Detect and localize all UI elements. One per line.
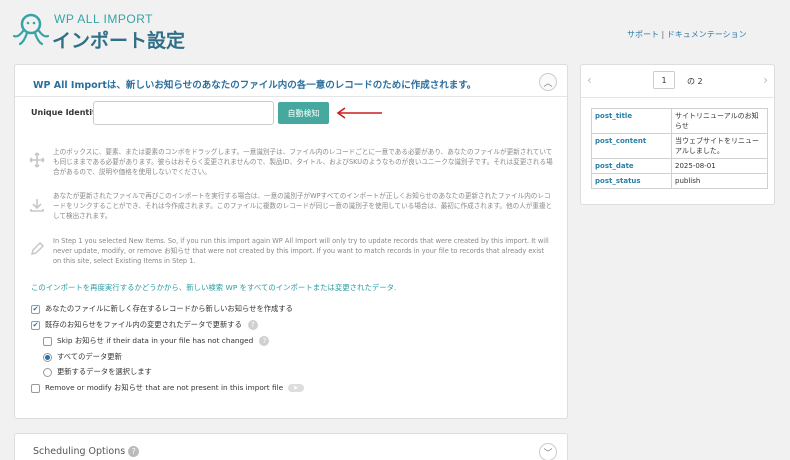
- scheduling-title-text: Scheduling Options: [33, 446, 126, 457]
- option-label: 既存のお知らせをファイル内の変更されたデータで更新する: [45, 320, 242, 329]
- pencil-icon: [29, 241, 45, 261]
- brand-name-small: WP ALL IMPORT: [54, 12, 153, 26]
- support-link[interactable]: サポート: [627, 30, 659, 39]
- page-title: インポート設定: [52, 30, 186, 52]
- checkbox-unchecked[interactable]: [31, 383, 40, 393]
- field-value: 当ウェブサイトをリニューアルしました。: [671, 133, 768, 159]
- scheduling-title: Scheduling Options?: [33, 446, 140, 457]
- scheduling-options-panel[interactable]: Scheduling Options? ﹀: [14, 433, 568, 460]
- collapse-button[interactable]: ︿: [539, 73, 557, 91]
- checkbox-checked[interactable]: ✔: [31, 304, 40, 314]
- auto-detect-button[interactable]: 自動検知: [278, 102, 329, 124]
- option-update-all[interactable]: すべてのデータ更新: [43, 352, 122, 362]
- field-key[interactable]: post_content: [591, 133, 672, 159]
- help-icon[interactable]: ?: [128, 446, 140, 457]
- record-fields-table: post_title サイトリニューアルのお知らせ post_content 当…: [591, 108, 768, 189]
- record-preview-panel: ‹ 1 の 2 › post_title サイトリニューアルのお知らせ post…: [580, 64, 775, 205]
- expand-button[interactable]: ﹀: [539, 443, 557, 460]
- checkbox-checked[interactable]: ✔: [31, 320, 40, 330]
- checkbox-unchecked[interactable]: [43, 336, 52, 346]
- record-number-input[interactable]: 1: [653, 71, 675, 89]
- documentation-link[interactable]: ドキュメンテーション: [667, 30, 747, 39]
- panel-divider: [15, 96, 567, 97]
- field-key[interactable]: post_date: [591, 158, 672, 174]
- table-row: post_title サイトリニューアルのお知らせ: [591, 108, 768, 134]
- octopus-logo-icon: [12, 13, 50, 46]
- info-text-rerun: あなたが更新されたファイルで再びこのインポートを実行する場合は、一意の識別子がW…: [53, 192, 553, 220]
- field-value: サイトリニューアルのお知らせ: [671, 108, 768, 134]
- link-separator: |: [661, 30, 665, 39]
- table-row: post_date 2025-08-01: [591, 158, 768, 174]
- download-icon: [29, 197, 45, 217]
- option-create-new[interactable]: ✔ あなたのファイルに新しく存在するレコードから新しいお知らせを作成する: [31, 304, 293, 314]
- option-skip-unchanged[interactable]: Skip お知らせ if their data in your file has…: [43, 336, 270, 346]
- header-links: サポート | ドキュメンテーション: [627, 29, 747, 40]
- info-text-identifier: 上のボックスに、要素、または要素のコンボをドラッグします。一意識別子は、ファイル…: [53, 148, 553, 176]
- field-value: publish: [671, 173, 768, 189]
- video-play-icon[interactable]: ▶: [288, 384, 305, 392]
- chevron-down-icon: ﹀: [543, 448, 553, 459]
- radio-selected[interactable]: [43, 352, 52, 362]
- move-arrows-icon: [29, 152, 45, 172]
- help-icon[interactable]: ?: [259, 336, 270, 346]
- option-label: あなたのファイルに新しく存在するレコードから新しいお知らせを作成する: [45, 304, 293, 313]
- rerun-info-link: このインポートを再度実行するかどうかから、新しい検索 WP をすべてのインポート…: [31, 283, 397, 292]
- red-arrow-icon: [336, 107, 382, 119]
- next-record-icon[interactable]: ›: [763, 73, 768, 87]
- option-label: 更新するデータを選択します: [57, 367, 152, 376]
- option-label: すべてのデータ更新: [57, 352, 122, 361]
- field-key[interactable]: post_status: [591, 173, 672, 189]
- option-label: Skip お知らせ if their data in your file has…: [57, 336, 254, 345]
- table-row: post_content 当ウェブサイトをリニューアルしました。: [591, 133, 768, 159]
- panel-title: WP All Importは、新しいお知らせのあなたのファイル内の各一意のレコー…: [33, 80, 477, 91]
- chevron-up-icon: ︿: [543, 78, 553, 89]
- option-label: Remove or modify お知らせ that are not prese…: [45, 383, 284, 392]
- option-choose-data[interactable]: 更新するデータを選択します: [43, 367, 152, 377]
- field-key[interactable]: post_title: [591, 108, 672, 134]
- radio-unselected[interactable]: [43, 367, 52, 377]
- previous-record-icon[interactable]: ‹: [587, 73, 592, 87]
- help-icon[interactable]: ?: [247, 320, 258, 330]
- table-row: post_status publish: [591, 173, 768, 189]
- option-remove-missing[interactable]: Remove or modify お知らせ that are not prese…: [31, 383, 305, 393]
- field-value: 2025-08-01: [671, 158, 768, 174]
- record-total: の 2: [687, 77, 703, 86]
- info-text-step1: In Step 1 you selected New Items. So, if…: [53, 237, 549, 265]
- preview-divider: [581, 97, 774, 98]
- unique-identifier-input[interactable]: [93, 101, 274, 125]
- option-update-existing[interactable]: ✔ 既存のお知らせをファイル内の変更されたデータで更新する ?: [31, 320, 258, 330]
- unique-identifier-panel: WP All Importは、新しいお知らせのあなたのファイル内の各一意のレコー…: [14, 64, 568, 419]
